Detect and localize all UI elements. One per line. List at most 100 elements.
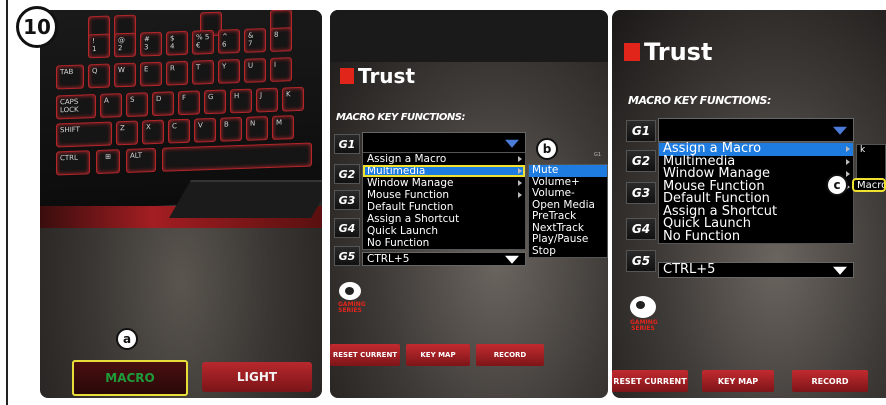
submenu-arrow-icon	[518, 168, 522, 174]
key-ctrl: CTRL	[56, 150, 90, 176]
menu-item-no-function[interactable]: No Function	[659, 230, 853, 244]
reset-current-button[interactable]: RESET CURRENT	[330, 344, 400, 366]
key-map-button[interactable]: KEY MAP	[406, 344, 470, 366]
key: N	[246, 116, 268, 141]
submenu-item-mute[interactable]: Mute	[529, 164, 607, 177]
g4-label: G4	[334, 218, 360, 238]
g5-label: G5	[334, 246, 360, 266]
key-map-button[interactable]: KEY MAP	[702, 370, 774, 392]
menu-item-assign-shortcut[interactable]: Assign a Shortcut	[363, 213, 525, 225]
key: 8	[270, 27, 292, 52]
section-title: MACRO KEY FUNCTIONS:	[628, 94, 771, 107]
assign-macro-submenu: k	[856, 144, 886, 180]
software-panel-assign-macro: Trust MACRO KEY FUNCTIONS: G1 G2 G3 G4 G…	[612, 10, 886, 398]
g5-value: CTRL+5	[663, 262, 716, 277]
key: U	[244, 58, 266, 83]
trust-logo-mark-icon	[340, 68, 354, 84]
g5-label: G5	[626, 250, 656, 272]
keyboard-photo-panel: ! 1 @2 #3 $4 % 5 € ^ 6 & 7 8 TAB Q W E R T …	[40, 10, 322, 398]
g1-label: G1	[626, 120, 656, 142]
key: W	[114, 62, 136, 88]
g1-label: G1	[334, 134, 360, 154]
key: R	[166, 60, 188, 86]
menu-item-quick-launch[interactable]: Quick Launch	[363, 225, 525, 237]
trust-logo: Trust	[340, 64, 415, 88]
trust-logo-text: Trust	[644, 38, 713, 66]
callout-a: a	[116, 328, 138, 350]
dropdown-arrow-icon	[833, 126, 847, 135]
gaming-series-text: GAMING SERIES	[338, 301, 366, 314]
key: Q	[88, 63, 110, 89]
g1-function-select[interactable]	[362, 132, 526, 154]
submenu-arrow-icon	[518, 180, 522, 186]
dropdown-arrow-icon	[833, 266, 847, 275]
key: Y	[218, 59, 240, 84]
key: G	[204, 89, 226, 115]
key: M	[272, 115, 294, 140]
function-menu: Assign a Macro Multimedia Window Manage …	[658, 142, 854, 244]
software-header	[330, 10, 608, 62]
submenu-item-pretrack[interactable]: PreTrack	[529, 210, 607, 223]
key: F	[178, 90, 200, 116]
key: Z	[116, 120, 138, 146]
g5-function-select[interactable]: CTRL+5	[658, 262, 854, 278]
record-button[interactable]: RECORD	[792, 370, 868, 392]
g5-function-select[interactable]: CTRL+5	[362, 252, 526, 266]
submenu-arrow-icon	[846, 171, 850, 178]
record-button[interactable]: RECORD	[476, 344, 544, 366]
key: ^ 6	[218, 29, 240, 54]
gamepad-icon	[339, 282, 361, 300]
macro-mode-button[interactable]: MACRO	[72, 360, 188, 396]
menu-item-no-function[interactable]: No Function	[363, 237, 525, 249]
windows-key-icon: ⊞	[96, 149, 120, 175]
menu-item-default-function[interactable]: Default Function	[363, 201, 525, 213]
section-title: MACRO KEY FUNCTIONS:	[336, 112, 465, 123]
g2-label: G2	[626, 150, 656, 172]
trust-logo: Trust	[624, 38, 712, 66]
light-mode-button[interactable]: LIGHT	[202, 362, 312, 392]
submenu-item[interactable]: k	[857, 145, 885, 155]
key: A	[100, 93, 122, 118]
step-number-badge: 10	[16, 6, 58, 48]
dropdown-arrow-icon	[505, 139, 519, 148]
key: H	[230, 88, 252, 114]
submenu-item-stop[interactable]: Stop	[529, 245, 607, 258]
submenu-item-play-pause[interactable]: Play/Pause	[529, 233, 607, 246]
g2-label: G2	[334, 164, 360, 184]
submenu-arrow-icon	[518, 156, 522, 162]
keyboard-palm-rest	[169, 180, 322, 218]
g3-label: G3	[334, 190, 360, 210]
submenu-arrow-icon	[846, 146, 850, 153]
key: D	[152, 91, 174, 117]
g4-label: G4	[626, 218, 656, 240]
g1-function-select[interactable]	[658, 118, 854, 142]
key: C	[168, 118, 190, 144]
key-alt: ALT	[126, 147, 156, 173]
key: % 5 €	[192, 29, 214, 55]
key: & 7	[244, 28, 266, 53]
function-menu: Assign a Macro Multimedia Window Manage …	[362, 152, 526, 250]
menu-item-mouse-function[interactable]: Mouse Function	[363, 189, 525, 201]
gaming-series-text: GAMING SERIES	[630, 319, 658, 332]
dropdown-arrow-icon	[505, 255, 519, 264]
submenu-item-volume-down[interactable]: Volume-	[529, 187, 607, 200]
macro-item-highlight[interactable]: Macro	[852, 178, 886, 192]
menu-item-assign-macro[interactable]: Assign a Macro	[363, 153, 525, 165]
trust-logo-mark-icon	[624, 43, 640, 61]
key-shift: SHIFT	[56, 121, 112, 148]
reset-current-button[interactable]: RESET CURRENT	[612, 370, 688, 392]
key: K	[282, 86, 304, 112]
menu-item-window-manage[interactable]: Window Manage	[363, 177, 525, 189]
menu-item-multimedia[interactable]: Multimedia	[363, 165, 525, 177]
key: J	[256, 87, 278, 113]
gamepad-icon	[630, 296, 656, 318]
key: @2	[114, 32, 136, 58]
gaming-series-logo: GAMING SERIES	[338, 282, 366, 314]
callout-c: c	[826, 174, 848, 196]
key-caps-lock: CAPS LOCK	[56, 94, 96, 120]
left-border-line	[6, 0, 8, 405]
key: B	[220, 116, 242, 142]
key: #3	[140, 31, 162, 57]
key: E	[140, 61, 162, 87]
key-tab: TAB	[56, 64, 84, 90]
